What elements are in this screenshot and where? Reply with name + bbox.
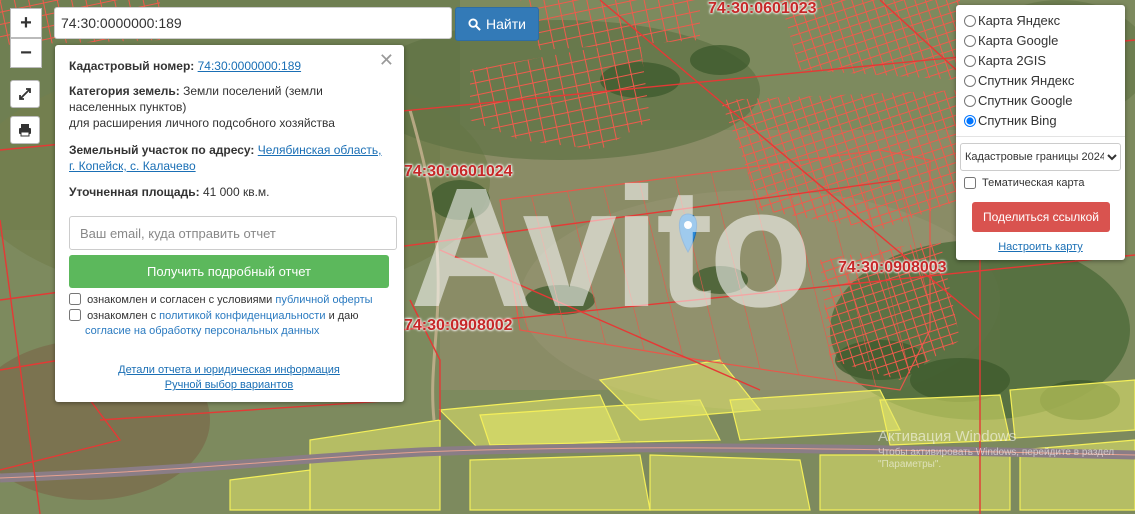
get-report-button[interactable]: Получить подробный отчет (69, 255, 389, 288)
privacy-consent-checkbox[interactable] (69, 309, 81, 321)
layer-radio[interactable] (964, 34, 976, 47)
layer-option-label: Карта Google (978, 33, 1059, 48)
offer-consent-checkbox[interactable] (69, 293, 81, 305)
configure-map-link[interactable]: Настроить карту (998, 241, 1083, 253)
public-offer-link[interactable]: публичной оферты (275, 294, 372, 306)
area-value: 41 000 кв.м. (202, 185, 270, 199)
layer-radio[interactable] (964, 114, 976, 127)
layer-radio[interactable] (964, 14, 976, 27)
avito-watermark: Avito (410, 153, 813, 343)
layer-option-google-satellite[interactable]: Спутник Google (964, 93, 1073, 108)
cadastral-number-label: Кадастровый номер: (69, 59, 195, 73)
thematic-map-toggle[interactable]: Тематическая карта (964, 177, 1084, 189)
printer-icon (19, 124, 31, 137)
thematic-map-label: Тематическая карта (982, 177, 1085, 189)
area-label: Уточненная площадь: (69, 185, 200, 199)
layer-radio[interactable] (964, 74, 976, 87)
layer-option-google-map[interactable]: Карта Google (964, 33, 1058, 48)
land-category-label: Категория земель: (69, 84, 180, 98)
area-row: Уточненная площадь: 41 000 кв.м. (69, 184, 389, 200)
cadastral-number-row: Кадастровый номер: 74:30:0000000:189 (69, 58, 389, 74)
share-link-button[interactable]: Поделиться ссылкой (972, 202, 1110, 232)
zoom-out-button[interactable]: − (10, 38, 42, 68)
layer-radio[interactable] (964, 54, 976, 67)
privacy-consent-mid: и даю (328, 310, 359, 322)
manual-selection-link[interactable]: Ручной выбор вариантов (165, 379, 293, 391)
privacy-consent-text: ознакомлен с (87, 310, 157, 322)
windows-activation-title: Активация Windows (878, 428, 1017, 445)
search-button-label: Найти (486, 16, 526, 32)
land-purpose-value: для расширения личного подсобного хозяйс… (69, 116, 335, 130)
divider (956, 136, 1125, 137)
land-category-row: Категория земель: Земли поселений (земли… (69, 83, 389, 131)
search-button[interactable]: Найти (455, 7, 539, 41)
cadastral-layer-select[interactable]: Кадастровые границы 2024 (960, 143, 1121, 171)
privacy-consent-row: ознакомлен с политикой конфиденциальност… (69, 309, 389, 339)
layer-option-label: Карта Яндекс (978, 13, 1061, 28)
windows-activation-subtitle: Чтобы активировать Windows, перейдите в … (878, 447, 1115, 470)
layer-option-label: Спутник Google (978, 93, 1073, 108)
thematic-map-checkbox[interactable] (964, 177, 976, 189)
configure-map-link-row: Настроить карту (956, 241, 1125, 253)
cadastral-quarter-label: 74:30:0908003 (838, 259, 947, 276)
layer-option-bing-satellite[interactable]: Спутник Bing (964, 113, 1057, 128)
layer-radio[interactable] (964, 94, 976, 107)
expand-icon (19, 88, 31, 100)
layer-option-yandex-map[interactable]: Карта Яндекс (964, 13, 1060, 28)
cadastral-number-link[interactable]: 74:30:0000000:189 (198, 59, 301, 73)
print-button[interactable] (10, 116, 40, 144)
zoom-in-button[interactable]: + (10, 8, 42, 38)
personal-data-consent-link[interactable]: согласие на обработку персональных данны… (85, 325, 319, 337)
address-label: Земельный участок по адресу: (69, 143, 255, 157)
parcel-info-popup: ✕ Кадастровый номер: 74:30:0000000:189 К… (55, 45, 404, 402)
report-details-link[interactable]: Детали отчета и юридическая информация (118, 364, 340, 376)
search-icon (468, 17, 481, 31)
offer-consent-text: ознакомлен и согласен с условиями (87, 294, 273, 306)
map-layers-panel: Карта Яндекс Карта Google Карта 2GIS Спу… (956, 5, 1125, 260)
cadastral-quarter-label: 74:30:0601023 (708, 0, 817, 17)
address-row: Земельный участок по адресу: Челябинская… (69, 142, 389, 174)
layer-option-2gis-map[interactable]: Карта 2GIS (964, 53, 1046, 68)
search-input[interactable] (54, 7, 452, 39)
layer-option-label: Карта 2GIS (978, 53, 1047, 68)
privacy-policy-link[interactable]: политикой конфиденциальности (159, 310, 325, 322)
offer-consent-row: ознакомлен и согласен с условиями публич… (69, 293, 389, 308)
email-field[interactable] (69, 216, 397, 250)
layer-option-yandex-satellite[interactable]: Спутник Яндекс (964, 73, 1074, 88)
layer-option-label: Спутник Bing (978, 113, 1057, 128)
fullscreen-button[interactable] (10, 80, 40, 108)
footer-links: Детали отчета и юридическая информация Р… (69, 363, 389, 393)
layer-option-label: Спутник Яндекс (978, 73, 1075, 88)
